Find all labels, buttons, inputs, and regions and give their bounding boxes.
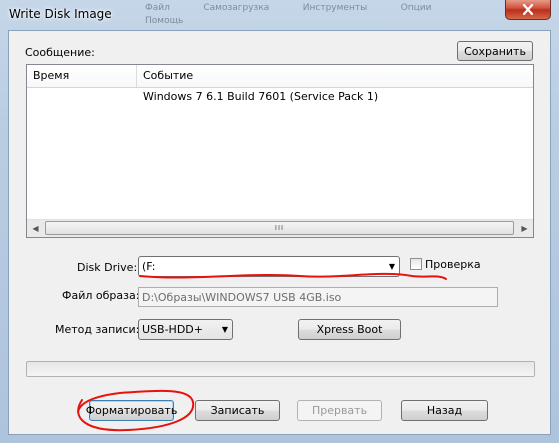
- background-menu-item: Файл: [145, 3, 170, 13]
- save-button[interactable]: Сохранить: [457, 41, 533, 61]
- format-button[interactable]: Форматировать: [86, 400, 177, 421]
- background-menu-item: Опции: [400, 3, 432, 13]
- scroll-right-icon[interactable]: ▶: [516, 220, 533, 237]
- write-disk-image-window: Файл Самозагрузка Инструменты Опции Помо…: [0, 0, 559, 443]
- scroll-left-icon[interactable]: ◀: [27, 220, 44, 237]
- close-icon: [522, 3, 534, 15]
- column-header-event[interactable]: Событие: [137, 65, 533, 87]
- write-progress-bar: [26, 361, 535, 377]
- back-button[interactable]: Назад: [401, 400, 488, 421]
- abort-button: Прервать: [297, 400, 382, 421]
- list-item-event: Windows 7 6.1 Build 7601 (Service Pack 1…: [143, 90, 379, 103]
- list-header: Время Событие: [27, 65, 533, 88]
- background-menu: Файл Самозагрузка Инструменты Опции Помо…: [145, 0, 505, 26]
- horizontal-scrollbar[interactable]: ◀ III ▶: [27, 219, 533, 237]
- xpress-boot-button[interactable]: Xpress Boot: [298, 319, 401, 340]
- message-log-list[interactable]: Время Событие Windows 7 6.1 Build 7601 (…: [26, 64, 534, 238]
- disk-drive-value: (F:: [142, 260, 156, 273]
- chevron-down-icon: ▼: [221, 325, 228, 334]
- scrollbar-grip: III: [274, 224, 285, 232]
- write-button[interactable]: Записать: [195, 400, 280, 421]
- title-bar[interactable]: Файл Самозагрузка Инструменты Опции Помо…: [0, 0, 559, 30]
- background-menu-item: Инструменты: [302, 3, 368, 13]
- disk-drive-label: Disk Drive:: [77, 261, 138, 274]
- close-button[interactable]: [505, 0, 551, 20]
- verify-label[interactable]: Проверка: [425, 258, 481, 271]
- list-item[interactable]: Windows 7 6.1 Build 7601 (Service Pack 1…: [27, 88, 533, 106]
- image-file-value: D:\Образы\WINDOWS7 USB 4GB.iso: [142, 291, 342, 304]
- background-menu-item: Помощь: [145, 16, 184, 26]
- dialog-client-area: Сообщение: Сохранить Время Событие Windo…: [8, 30, 551, 435]
- scrollbar-thumb[interactable]: III: [45, 221, 514, 235]
- column-header-time[interactable]: Время: [27, 65, 137, 87]
- message-label: Сообщение:: [25, 46, 95, 59]
- verify-checkbox[interactable]: [410, 258, 422, 270]
- chevron-down-icon: ▼: [388, 262, 395, 271]
- image-file-label: Файл образа:: [62, 289, 140, 302]
- background-menu-item: Самозагрузка: [203, 3, 270, 13]
- write-method-label: Метод записи:: [55, 323, 140, 336]
- write-method-value: USB-HDD+: [142, 323, 203, 336]
- image-file-field[interactable]: D:\Образы\WINDOWS7 USB 4GB.iso: [138, 287, 498, 307]
- window-title: Write Disk Image: [9, 7, 112, 21]
- disk-drive-select[interactable]: (F: ▼: [138, 256, 400, 277]
- write-method-select[interactable]: USB-HDD+ ▼: [138, 319, 233, 340]
